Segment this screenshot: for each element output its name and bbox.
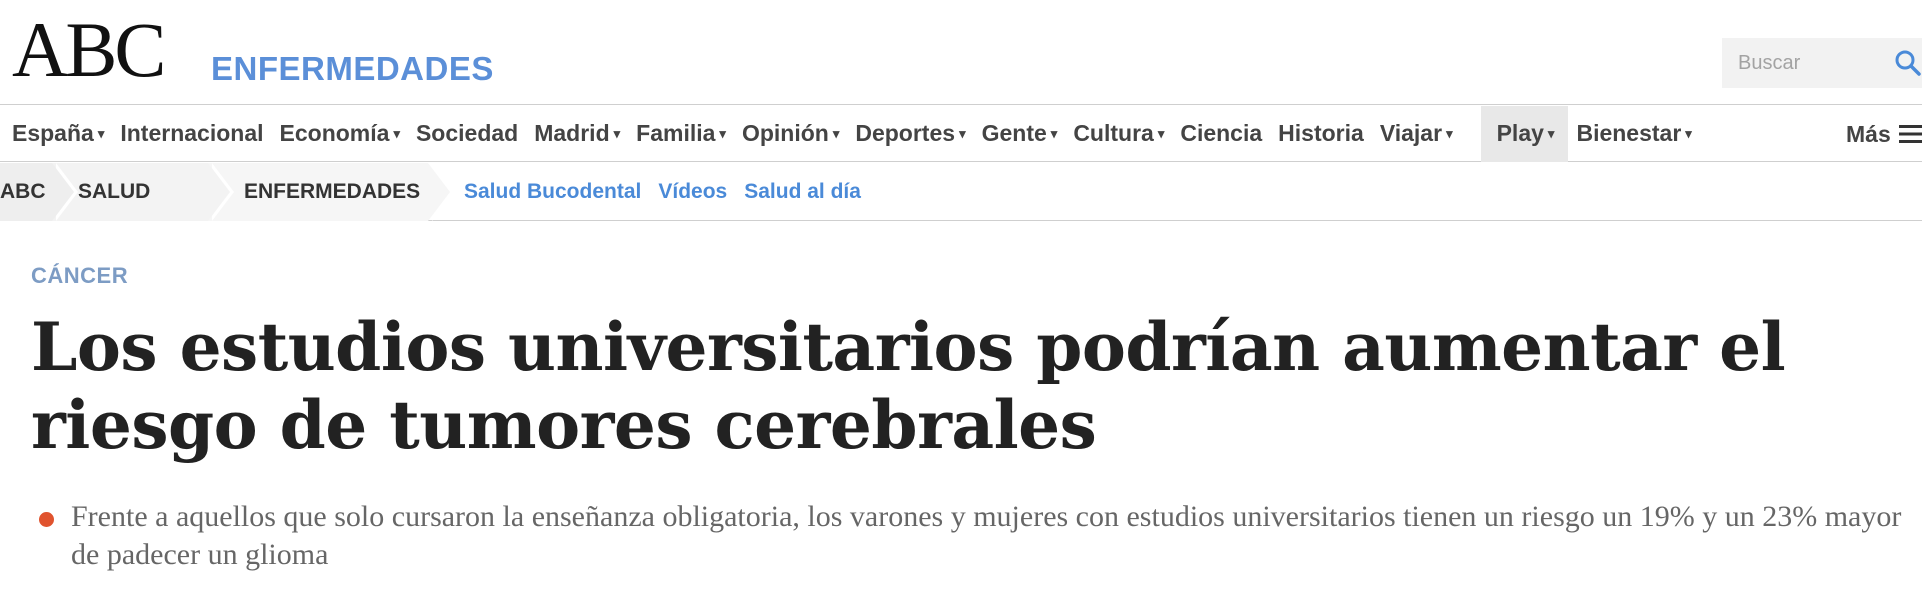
- nav-item-espana[interactable]: España ▾: [0, 106, 112, 162]
- nav-item-economia[interactable]: Economía ▾: [272, 106, 408, 162]
- bullet-dot-icon: [39, 512, 54, 527]
- nav-label: Madrid: [534, 120, 610, 146]
- hamburger-menu-icon: [1898, 125, 1922, 143]
- link-salud-bucodental[interactable]: Salud Bucodental: [464, 180, 641, 204]
- nav-label: Gente: [981, 120, 1047, 146]
- link-salud-al-dia[interactable]: Salud al día: [744, 180, 861, 204]
- breadcrumb: ABC SALUD ENFERMEDADES: [0, 162, 454, 221]
- breadcrumb-bar: ABC SALUD ENFERMEDADES Salud Bucodental …: [0, 162, 1922, 221]
- breadcrumb-label: SALUD: [78, 179, 151, 203]
- article-headline: Los estudios universitarios podrían aume…: [31, 308, 1786, 464]
- nav-item-deportes[interactable]: Deportes ▾: [847, 106, 973, 162]
- nav-label: Bienestar: [1576, 120, 1682, 146]
- nav-label: Viajar: [1379, 120, 1443, 146]
- nav-item-play[interactable]: Play ▾: [1480, 105, 1569, 162]
- caret-down-icon: ▾: [1547, 125, 1555, 141]
- nav-more-label: Más: [1846, 120, 1891, 147]
- nav-label: Sociedad: [415, 120, 519, 146]
- article-summary-text: Frente a aquellos que solo cursaron la e…: [71, 500, 1902, 571]
- caret-down-icon: ▾: [1157, 125, 1165, 141]
- nav-item-madrid[interactable]: Madrid ▾: [526, 106, 628, 162]
- caret-down-icon: ▾: [832, 125, 840, 141]
- nav-item-familia[interactable]: Familia ▾: [628, 106, 734, 162]
- nav-item-internacional[interactable]: Internacional: [112, 106, 271, 162]
- caret-down-icon: ▾: [97, 125, 105, 141]
- article-category[interactable]: CÁNCER: [31, 263, 128, 289]
- breadcrumb-item-enfermedades[interactable]: ENFERMEDADES: [208, 162, 454, 221]
- breadcrumb-label: ENFERMEDADES: [244, 179, 421, 203]
- breadcrumb-label: ABC: [0, 179, 46, 203]
- nav-label: Deportes: [855, 120, 956, 146]
- caret-down-icon: ▾: [719, 125, 726, 141]
- caret-down-icon: ▾: [393, 125, 400, 141]
- breadcrumb-separator: [56, 162, 78, 221]
- search-icon[interactable]: [1894, 49, 1922, 77]
- nav-item-gente[interactable]: Gente ▾: [974, 106, 1066, 162]
- nav-label: Historia: [1278, 120, 1364, 146]
- abc-logo[interactable]: ABC: [12, 10, 166, 90]
- main-nav: España ▾ Internacional Economía ▾ Sociedad…: [0, 105, 1922, 162]
- nav-label: Economía: [279, 120, 390, 146]
- link-videos[interactable]: Vídeos: [658, 180, 727, 204]
- breadcrumb-separator: [212, 162, 234, 221]
- search-input[interactable]: [1722, 51, 1882, 75]
- nav-item-historia[interactable]: Historia: [1270, 106, 1372, 162]
- nav-label: Play: [1496, 120, 1544, 146]
- nav-label: Ciencia: [1180, 120, 1263, 146]
- caret-down-icon: ▾: [1685, 125, 1692, 141]
- caret-down-icon: ▾: [1446, 125, 1453, 141]
- caret-down-icon: ▾: [959, 125, 966, 141]
- nav-item-opinion[interactable]: Opinión ▾: [734, 106, 847, 162]
- nav-item-cultura[interactable]: Cultura ▾: [1065, 106, 1172, 162]
- breadcrumb-item-abc[interactable]: ABC: [0, 162, 78, 221]
- nav-label: Familia: [636, 120, 716, 146]
- caret-down-icon: ▾: [613, 125, 621, 141]
- nav-more-button[interactable]: Más: [1846, 106, 1922, 162]
- nav-label: España: [12, 120, 94, 146]
- nav-label: Cultura: [1073, 120, 1154, 146]
- section-title[interactable]: ENFERMEDADES: [211, 50, 494, 88]
- article-summary: Frente a aquellos que solo cursaron la e…: [39, 498, 1909, 574]
- caret-down-icon: ▾: [1050, 125, 1058, 141]
- section-links: Salud Bucodental Vídeos Salud al día: [464, 180, 878, 204]
- site-header: ABC ENFERMEDADES: [0, 0, 1922, 105]
- breadcrumb-separator: [432, 162, 454, 221]
- nav-item-ciencia[interactable]: Ciencia: [1172, 106, 1270, 162]
- nav-item-viajar[interactable]: Viajar ▾: [1372, 106, 1461, 162]
- nav-label: Internacional: [120, 120, 264, 146]
- nav-item-sociedad[interactable]: Sociedad: [408, 106, 526, 162]
- nav-item-bienestar[interactable]: Bienestar ▾: [1568, 106, 1699, 162]
- search-box[interactable]: [1722, 38, 1922, 88]
- nav-label: Opinión: [741, 120, 829, 146]
